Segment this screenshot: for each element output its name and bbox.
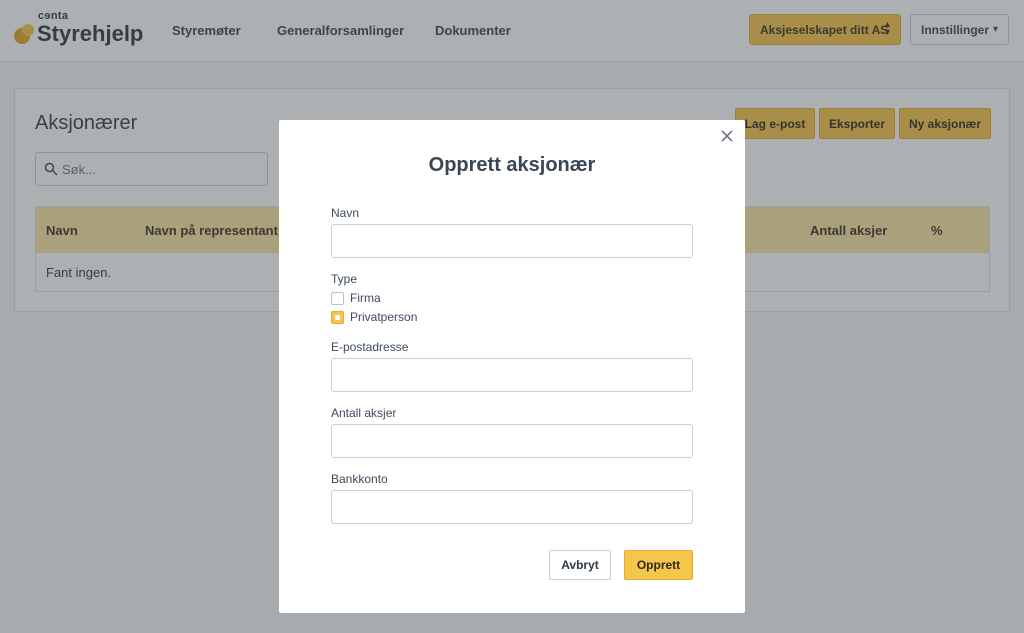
cancel-button[interactable]: Avbryt (549, 550, 611, 580)
email-label: E-postadresse (331, 340, 409, 354)
bank-account-label: Bankkonto (331, 472, 388, 486)
firma-radio[interactable] (331, 291, 344, 305)
create-shareholder-dialog: Opprett aksjonær Navn Type Firma Privatp… (279, 120, 745, 613)
type-option-firma[interactable]: Firma (331, 291, 381, 305)
close-icon[interactable] (719, 128, 735, 144)
shares-label: Antall aksjer (331, 406, 397, 420)
firma-label: Firma (350, 291, 381, 305)
name-field[interactable] (331, 224, 693, 258)
shares-field[interactable] (331, 424, 693, 458)
create-button[interactable]: Opprett (624, 550, 693, 580)
privatperson-label: Privatperson (350, 310, 418, 324)
type-option-privatperson[interactable]: Privatperson (331, 310, 417, 324)
dialog-title: Opprett aksjonær (428, 154, 596, 176)
bank-account-field[interactable] (331, 490, 693, 524)
email-field[interactable] (331, 358, 693, 392)
privatperson-radio[interactable] (331, 310, 344, 324)
name-label: Navn (331, 206, 360, 220)
type-label: Type (331, 272, 358, 286)
